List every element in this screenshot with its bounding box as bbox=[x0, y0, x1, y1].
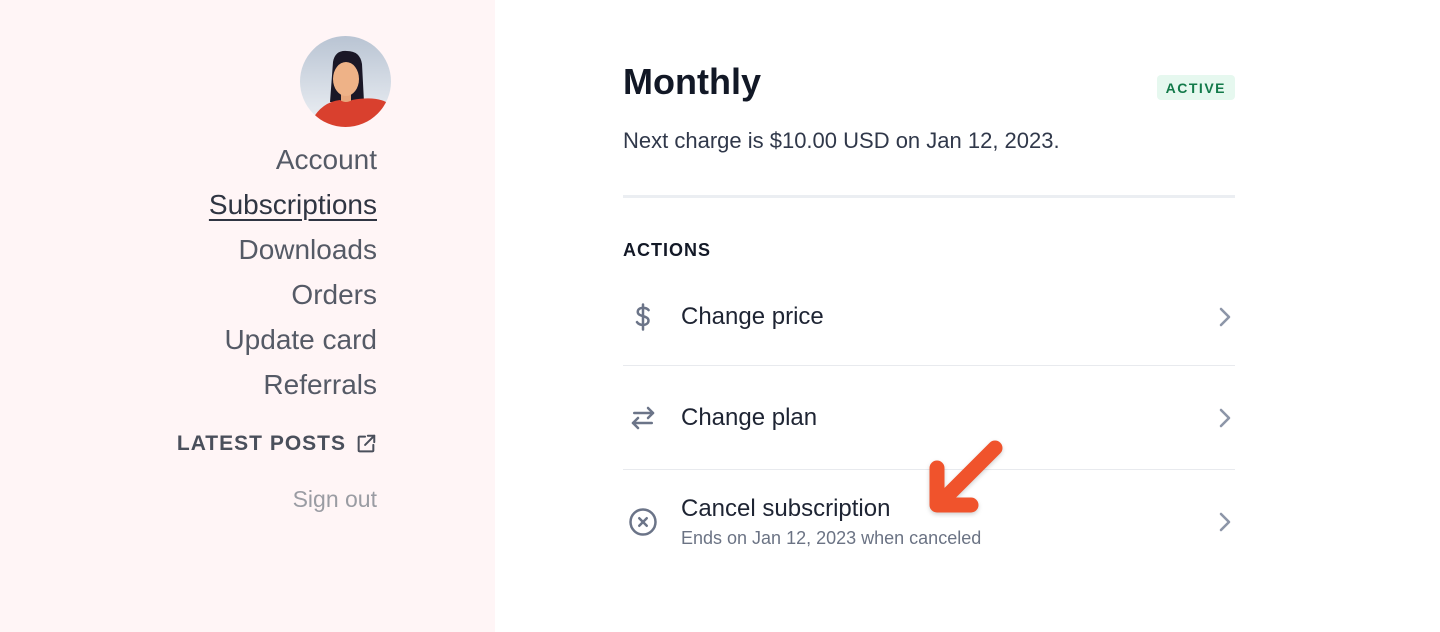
divider bbox=[623, 195, 1235, 198]
nav-account[interactable]: Account bbox=[276, 137, 377, 182]
nav-orders[interactable]: Orders bbox=[291, 272, 377, 317]
chevron-right-icon bbox=[1219, 512, 1231, 532]
cancel-subscription-note: Ends on Jan 12, 2023 when canceled bbox=[681, 528, 982, 548]
swap-arrows-icon bbox=[623, 398, 663, 438]
nav-subscriptions[interactable]: Subscriptions bbox=[209, 182, 377, 227]
plan-title: Monthly bbox=[623, 61, 761, 102]
actions-heading: ACTIONS bbox=[623, 240, 711, 260]
latest-posts-link[interactable]: LATEST POSTS bbox=[177, 432, 377, 456]
chevron-right-icon bbox=[1219, 408, 1231, 427]
change-plan-label: Change plan bbox=[681, 403, 818, 431]
dollar-icon bbox=[623, 297, 663, 337]
main-content: Monthly ACTIVE Next charge is $10.00 USD… bbox=[495, 0, 1440, 632]
action-list: Change price Change plan Cancel subscrip… bbox=[623, 269, 1235, 574]
nav-update-card[interactable]: Update card bbox=[224, 317, 377, 362]
avatar-illustration bbox=[300, 36, 391, 127]
external-link-icon bbox=[357, 434, 376, 453]
change-price-action[interactable]: Change price bbox=[623, 269, 1235, 366]
nav-downloads[interactable]: Downloads bbox=[238, 227, 377, 272]
annotation-arrow-icon bbox=[929, 440, 1003, 513]
status-badge: ACTIVE bbox=[1156, 75, 1235, 100]
nav-referrals[interactable]: Referrals bbox=[263, 362, 377, 407]
sidebar: Account Subscriptions Downloads Orders U… bbox=[0, 0, 495, 632]
next-charge-text: Next charge is $10.00 USD on Jan 12, 202… bbox=[623, 128, 1060, 153]
chevron-right-icon bbox=[1219, 307, 1231, 327]
x-circle-icon bbox=[623, 502, 663, 542]
sign-out-link[interactable]: Sign out bbox=[293, 486, 377, 513]
change-price-label: Change price bbox=[681, 303, 824, 330]
latest-posts-label: LATEST POSTS bbox=[176, 432, 346, 455]
sidebar-nav: Account Subscriptions Downloads Orders U… bbox=[209, 137, 377, 407]
avatar[interactable] bbox=[300, 36, 391, 127]
